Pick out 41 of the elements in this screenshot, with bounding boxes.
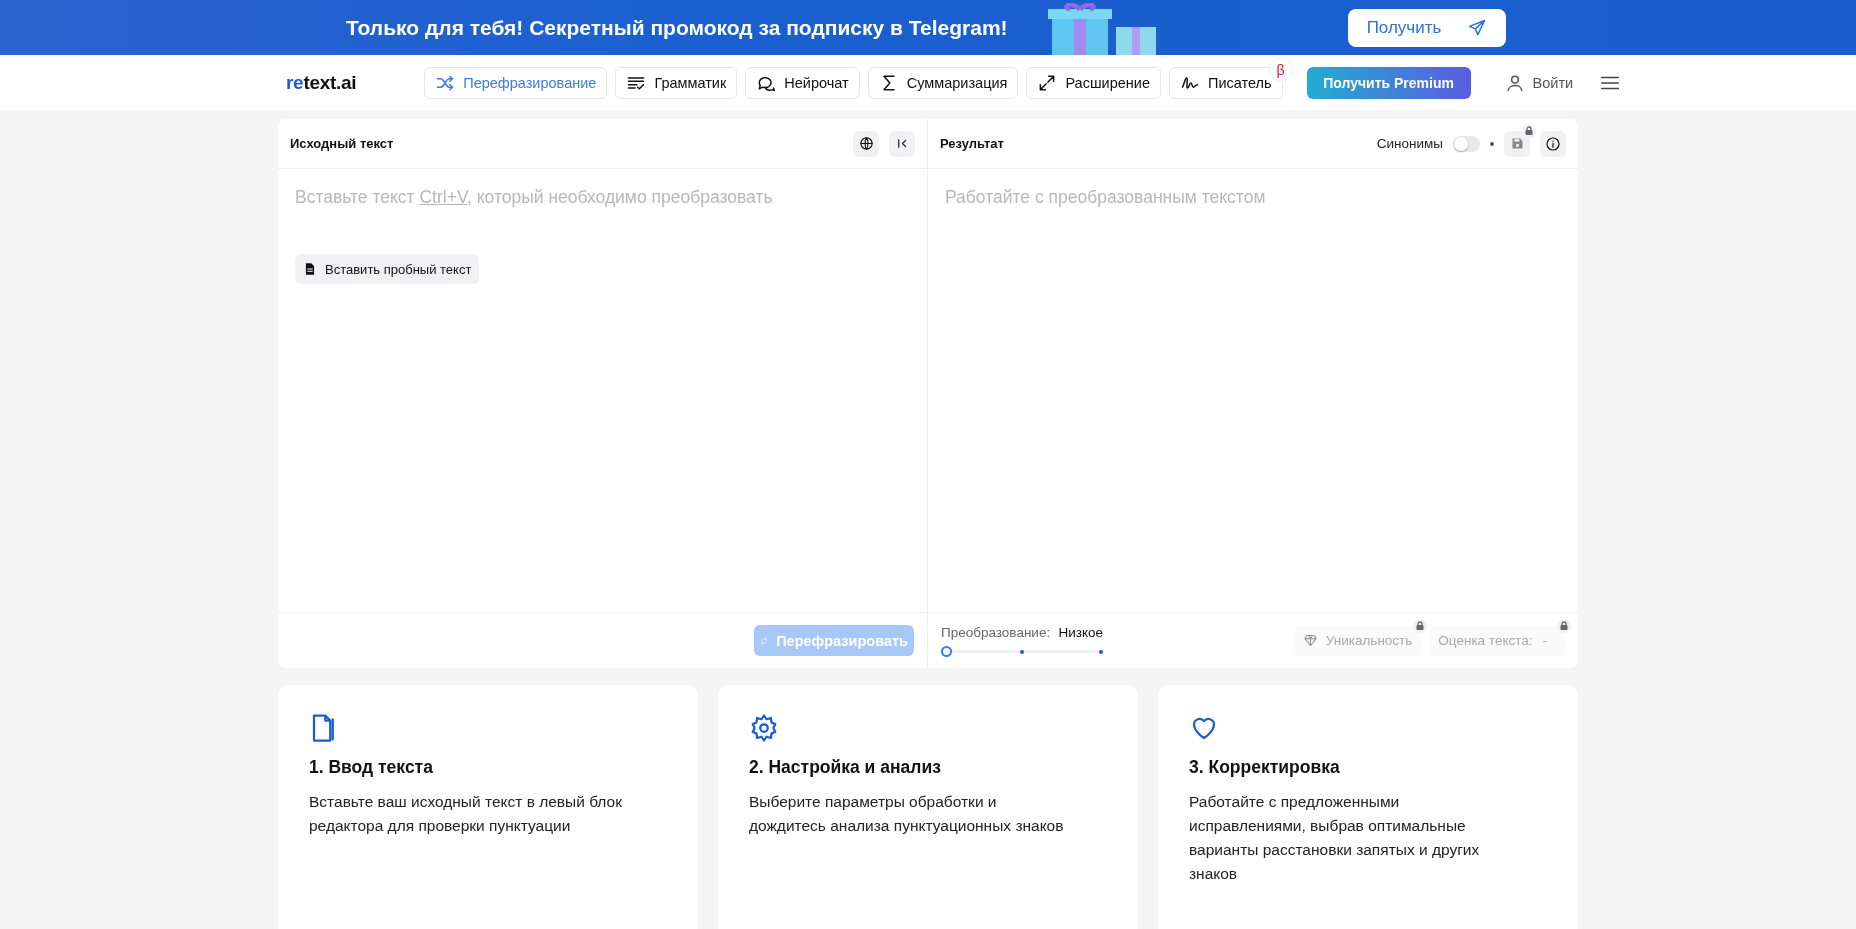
lock-icon <box>1522 123 1536 138</box>
transformation-label: Преобразование: <box>941 624 1051 640</box>
info-button[interactable] <box>1540 130 1566 157</box>
nav-tab[interactable]: Расширение <box>1026 66 1161 99</box>
language-button[interactable] <box>853 130 879 157</box>
nav-tab[interactable]: Грамматик <box>615 66 738 99</box>
text-score-value: - <box>1542 633 1547 648</box>
get-button[interactable]: Получить <box>1348 8 1506 47</box>
text-score-label: Оценка текста: <box>1438 633 1533 648</box>
slider-thumb[interactable] <box>941 645 952 657</box>
nav-tab[interactable]: Нейрочат <box>745 66 860 99</box>
banner-text: Только для тебя! Секретный промокод за подписку в Telegram! <box>346 15 1008 40</box>
collapse-button[interactable] <box>889 130 915 157</box>
step-description: Вставьте ваш исходный текст в левый блок редактора для проверки пунктуации <box>309 792 623 836</box>
transformation-value: Низкое <box>1058 624 1103 640</box>
globe-icon <box>858 136 874 151</box>
panel-title: Исходный текст <box>290 136 395 151</box>
step-description: Выберите параметры обработки и дождитесь анализа пунктуационных знаков <box>749 792 1065 836</box>
login-button[interactable]: Войти <box>1498 71 1580 94</box>
dot-icon <box>1490 141 1494 146</box>
paper-plane-icon <box>1467 17 1488 38</box>
gear-icon <box>749 713 779 743</box>
sample-text-button[interactable]: Вставить пробный текст <box>295 254 480 284</box>
beta-badge: β <box>1268 57 1293 82</box>
synonyms-toggle[interactable] <box>1453 135 1480 152</box>
save-button[interactable] <box>1504 130 1530 157</box>
premium-button[interactable]: Получить Premium <box>1306 66 1471 99</box>
transformation-slider[interactable] <box>941 645 1103 657</box>
step-title: 3. Корректировка <box>1189 757 1341 778</box>
nav-tab[interactable]: Перефразирование <box>424 66 608 99</box>
step-description: Работайте с предложенными исправлениями, выбрав оптимальные варианты расстановки запятых и других знаков <box>1189 792 1481 884</box>
info-icon <box>1545 135 1561 152</box>
lock-icon <box>1413 618 1428 633</box>
diamond-icon <box>1302 633 1318 648</box>
panel-title: Результат <box>940 136 1005 151</box>
step-title: 1. Ввод текста <box>309 757 434 778</box>
nav-tab[interactable]: Суммаризация <box>867 66 1019 99</box>
synonyms-label: Синонимы <box>1376 136 1443 151</box>
step-title: 2. Настройка и анализ <box>749 757 942 778</box>
document-icon <box>303 262 317 276</box>
logo[interactable]: retext.ai <box>286 71 357 94</box>
